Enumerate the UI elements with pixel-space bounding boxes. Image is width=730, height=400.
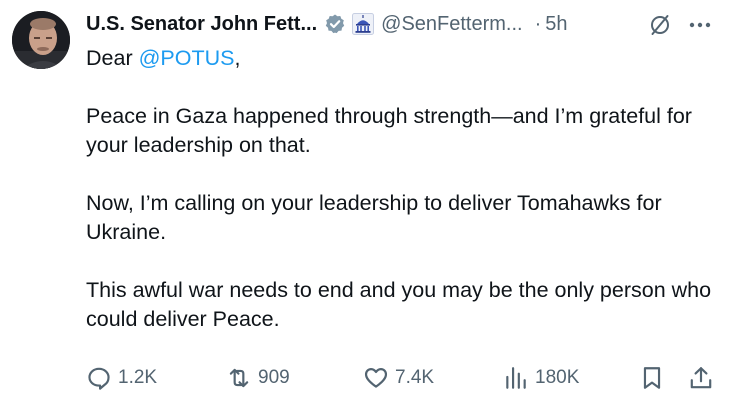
reply-button[interactable]: 1.2K: [86, 362, 157, 394]
bookmark-button[interactable]: [639, 362, 665, 394]
author-name[interactable]: U.S. Senator John Fett...: [86, 13, 317, 36]
share-button[interactable]: [688, 362, 714, 394]
greeting-prefix: Dear: [86, 46, 139, 70]
like-count: 7.4K: [395, 367, 435, 388]
repost-icon: [229, 368, 249, 388]
mention-link[interactable]: @POTUS: [139, 46, 235, 70]
timestamp[interactable]: 5h: [545, 13, 567, 36]
action-bar: 1.2K 909 7.4K 180K: [86, 362, 716, 394]
reply-icon: [88, 367, 110, 390]
like-button[interactable]: 7.4K: [363, 362, 434, 394]
views-icon: [506, 367, 526, 389]
views-count: 180K: [535, 367, 580, 388]
tweet-text: Dear @POTUS, Peace in Gaza happened thro…: [86, 44, 716, 334]
repost-count: 909: [258, 367, 290, 388]
avatar[interactable]: [12, 11, 70, 69]
separator-dot: ·: [534, 12, 542, 35]
bookmark-icon: [643, 367, 661, 389]
views-button[interactable]: 180K: [503, 362, 579, 394]
grok-icon[interactable]: [648, 13, 672, 37]
verified-badge-icon[interactable]: [324, 13, 346, 35]
heart-icon: [364, 368, 388, 388]
tweet-header: U.S. Senator John Fett... @SenFetterm...…: [86, 8, 568, 40]
author-handle[interactable]: @SenFetterm...: [381, 13, 522, 36]
capitol-icon[interactable]: [352, 13, 375, 35]
tweet-greeting: Dear @POTUS,: [86, 44, 716, 73]
more-icon[interactable]: [688, 20, 712, 30]
share-icon: [690, 367, 712, 389]
reply-count: 1.2K: [118, 367, 158, 388]
tweet-paragraph: This awful war needs to end and you may …: [86, 278, 712, 331]
repost-button[interactable]: 909: [226, 362, 290, 394]
greeting-suffix: ,: [234, 46, 241, 70]
tweet-paragraph: Now, I’m calling on your leadership to d…: [86, 191, 662, 244]
avatar-photo: [12, 11, 70, 69]
tweet-paragraph: Peace in Gaza happened through strength—…: [86, 104, 692, 157]
